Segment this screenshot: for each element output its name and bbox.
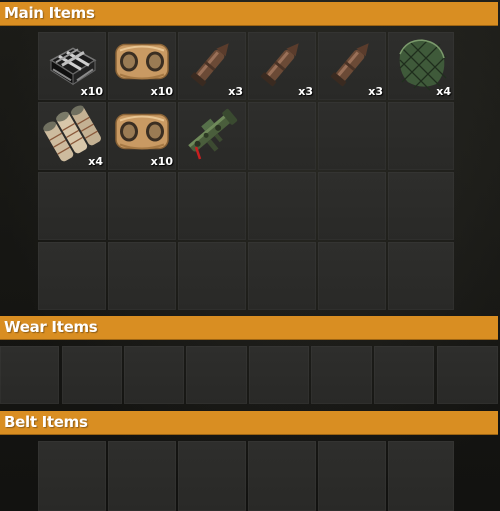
belt-slot-1[interactable] <box>38 441 106 511</box>
cloth-bundle-icon <box>115 113 169 150</box>
item-quantity: x10 <box>150 155 173 168</box>
wear-items-header: Wear Items <box>0 316 498 340</box>
wear-slot-6[interactable] <box>311 346 372 404</box>
main-slot-20[interactable] <box>108 242 176 310</box>
belt-slot-3[interactable] <box>178 441 246 511</box>
main-slot-13[interactable] <box>38 172 106 240</box>
wear-slot-7[interactable] <box>374 346 434 404</box>
main-slot-12[interactable] <box>388 102 454 170</box>
item-quantity: x4 <box>436 85 451 98</box>
main-slot-3[interactable]: x3 <box>178 32 246 100</box>
wear-slot-5[interactable] <box>249 346 309 404</box>
main-slot-1[interactable]: x10 <box>38 32 106 100</box>
wear-slot-8[interactable] <box>437 346 498 404</box>
belt-slot-4[interactable] <box>248 441 316 511</box>
main-slot-15[interactable] <box>178 172 246 240</box>
metal-fragments-icon <box>49 47 97 86</box>
item-quantity: x3 <box>228 85 243 98</box>
rocket-icon <box>190 43 229 87</box>
ammo-canisters-icon <box>43 105 101 162</box>
main-slot-22[interactable] <box>248 242 316 310</box>
main-slot-2[interactable]: x10 <box>108 32 176 100</box>
belt-slot-2[interactable] <box>108 441 176 511</box>
main-slot-24[interactable] <box>388 242 454 310</box>
main-items-title: Main Items <box>4 4 95 22</box>
main-slot-14[interactable] <box>108 172 176 240</box>
rocket-launcher-icon <box>188 108 238 160</box>
wear-slot-2[interactable] <box>62 346 122 404</box>
main-slot-6[interactable]: x4 <box>388 32 454 100</box>
cloth-bundle-icon <box>115 43 169 80</box>
main-slot-5[interactable]: x3 <box>318 32 386 100</box>
main-slot-9[interactable] <box>178 102 246 170</box>
main-slot-7[interactable]: x4 <box>38 102 106 170</box>
wear-slot-4[interactable] <box>186 346 247 404</box>
main-slot-11[interactable] <box>318 102 386 170</box>
item-quantity: x3 <box>368 85 383 98</box>
main-slot-17[interactable] <box>318 172 386 240</box>
main-slot-4[interactable]: x3 <box>248 32 316 100</box>
belt-slot-5[interactable] <box>318 441 386 511</box>
main-slot-16[interactable] <box>248 172 316 240</box>
belt-items-header: Belt Items <box>0 411 498 435</box>
wear-items-title: Wear Items <box>4 318 98 336</box>
main-slot-18[interactable] <box>388 172 454 240</box>
rocket-icon <box>330 43 369 87</box>
main-slot-21[interactable] <box>178 242 246 310</box>
main-slot-23[interactable] <box>318 242 386 310</box>
wear-slot-3[interactable] <box>124 346 184 404</box>
item-quantity: x10 <box>150 85 173 98</box>
belt-items-title: Belt Items <box>4 413 88 431</box>
main-slot-8[interactable]: x10 <box>108 102 176 170</box>
main-slot-10[interactable] <box>248 102 316 170</box>
green-netting-icon <box>399 39 447 91</box>
item-quantity: x10 <box>80 85 103 98</box>
belt-slot-6[interactable] <box>388 441 454 511</box>
item-quantity: x3 <box>298 85 313 98</box>
main-items-header: Main Items <box>0 2 498 26</box>
wear-slot-1[interactable] <box>0 346 59 404</box>
inventory-panel: Main Items x10 x10 x3 x3 x3 x4 x4 x10 We… <box>0 0 500 511</box>
item-quantity: x4 <box>88 155 103 168</box>
main-slot-19[interactable] <box>38 242 106 310</box>
rocket-icon <box>260 43 299 87</box>
